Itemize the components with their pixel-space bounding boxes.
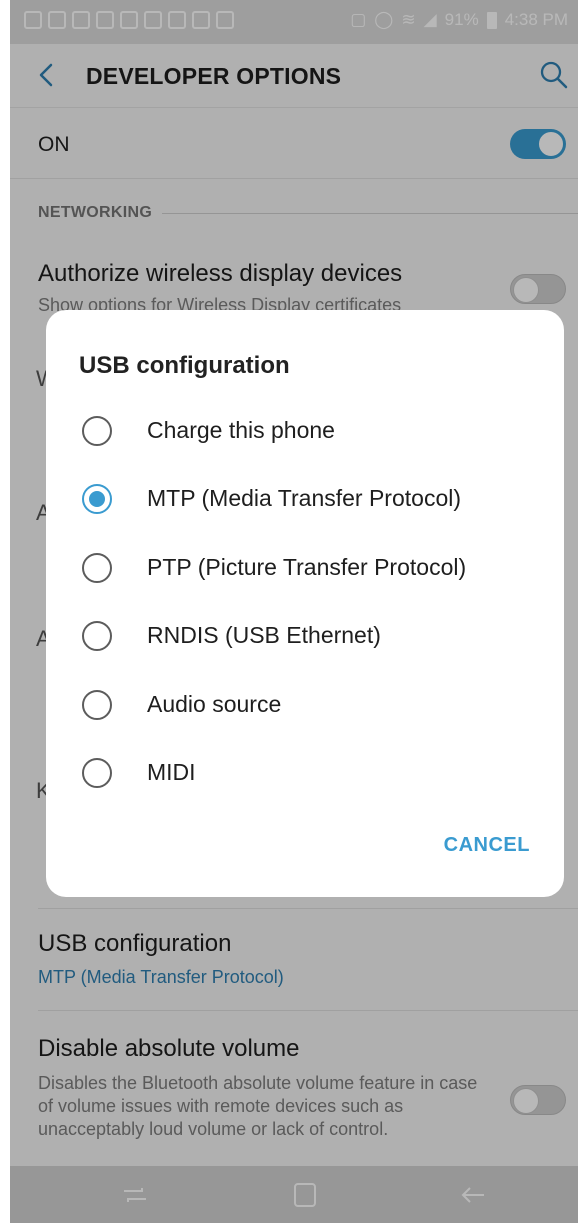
option-label: MIDI xyxy=(147,759,196,785)
radio-button[interactable] xyxy=(82,553,112,583)
dialog-title: USB configuration xyxy=(79,352,290,379)
option-rndis[interactable]: RNDIS (USB Ethernet) xyxy=(46,608,564,666)
option-midi[interactable]: MIDI xyxy=(46,745,564,803)
phone-screen: ▢ ◯ ≋ ◢ 91% 4:38 PM DEVELOPER OPTIONS ON… xyxy=(10,0,578,1223)
option-label: PTP (Picture Transfer Protocol) xyxy=(147,554,467,580)
option-label: Charge this phone xyxy=(147,417,335,443)
radio-button-selected[interactable] xyxy=(82,484,112,514)
option-audio-source[interactable]: Audio source xyxy=(46,677,564,735)
option-label: RNDIS (USB Ethernet) xyxy=(147,622,381,648)
usb-configuration-dialog: USB configuration Charge this phone MTP … xyxy=(46,310,564,897)
cancel-button[interactable]: CANCEL xyxy=(444,834,530,857)
radio-button[interactable] xyxy=(82,416,112,446)
radio-button[interactable] xyxy=(82,690,112,720)
radio-button[interactable] xyxy=(82,621,112,651)
option-ptp[interactable]: PTP (Picture Transfer Protocol) xyxy=(46,540,564,598)
option-label: Audio source xyxy=(147,691,282,717)
option-charge-this-phone[interactable]: Charge this phone xyxy=(46,403,564,461)
radio-button[interactable] xyxy=(82,758,112,788)
option-mtp[interactable]: MTP (Media Transfer Protocol) xyxy=(46,471,564,529)
option-label: MTP (Media Transfer Protocol) xyxy=(147,485,462,511)
